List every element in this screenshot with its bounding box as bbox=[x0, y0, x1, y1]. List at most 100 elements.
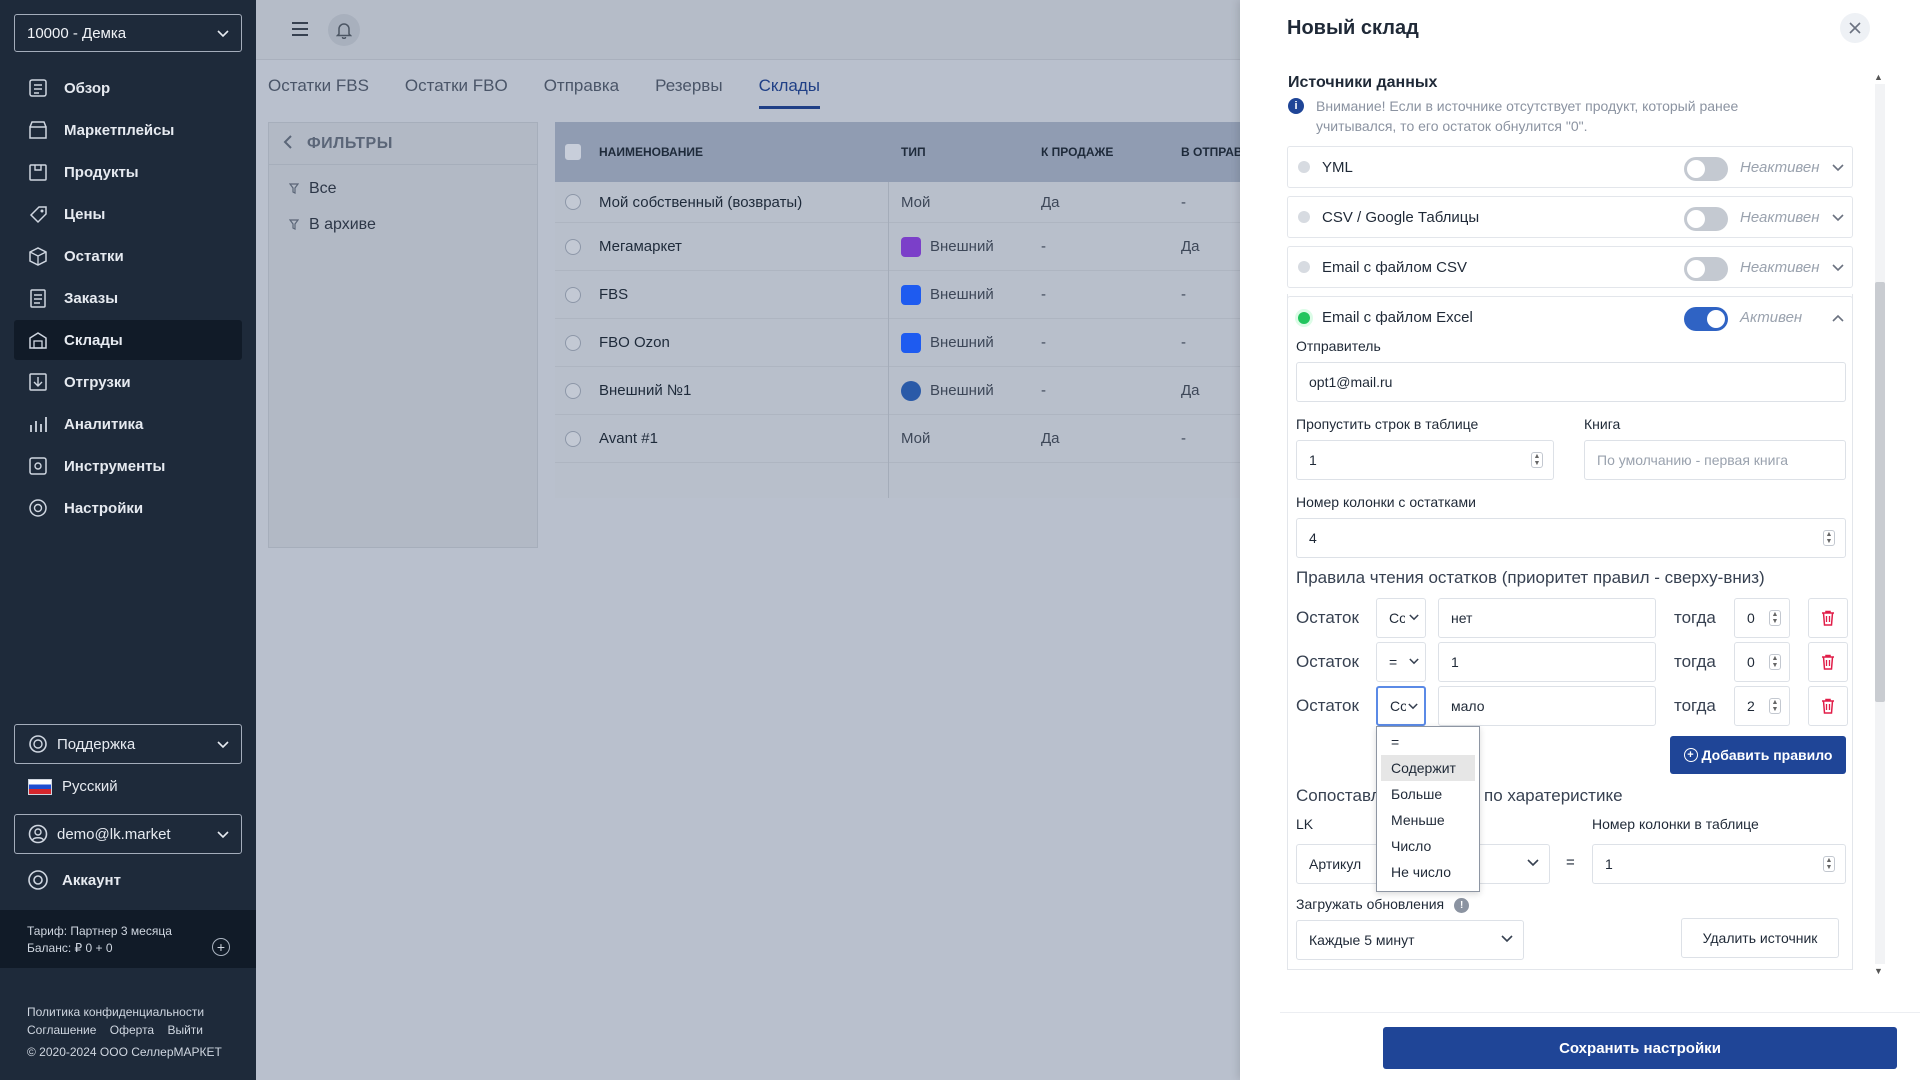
warehouse-name[interactable]: FBO Ozon bbox=[591, 334, 893, 351]
tab-3[interactable]: Резервы bbox=[655, 76, 722, 109]
row-checkbox[interactable] bbox=[565, 430, 581, 447]
operator-option[interactable]: = bbox=[1381, 729, 1475, 755]
source-1[interactable]: CSV / Google Таблицы Неактивен bbox=[1287, 196, 1853, 238]
operator-option[interactable]: Содержит bbox=[1381, 755, 1475, 781]
menu-icon[interactable] bbox=[290, 20, 310, 38]
sidebar-item-tools[interactable]: Инструменты bbox=[14, 446, 242, 486]
source-toggle[interactable] bbox=[1684, 157, 1728, 181]
filters-header[interactable]: ФИЛЬТРЫ bbox=[269, 123, 537, 165]
rule-value-input[interactable]: мало bbox=[1438, 686, 1656, 726]
stepper-icon[interactable]: ▲ ▼ bbox=[1769, 698, 1781, 714]
notifications-icon[interactable] bbox=[328, 14, 360, 46]
close-button[interactable] bbox=[1840, 13, 1870, 43]
scroll-up-icon[interactable]: ▲ bbox=[1874, 72, 1883, 82]
skip-rows-input[interactable]: 1 ▲ ▼ bbox=[1296, 440, 1554, 480]
stock-column-input[interactable]: 4 ▲ ▼ bbox=[1296, 518, 1846, 558]
scrollbar-thumb[interactable] bbox=[1875, 282, 1885, 702]
rule-result-input[interactable]: 0 ▲ ▼ bbox=[1734, 598, 1790, 638]
chevron-down-icon[interactable] bbox=[1832, 259, 1844, 276]
chevron-down-icon[interactable] bbox=[1832, 209, 1844, 226]
sidebar-item-orders[interactable]: Заказы bbox=[14, 278, 242, 318]
sidebar-item-warehouses[interactable]: Склады bbox=[14, 320, 242, 360]
tab-2[interactable]: Отправка bbox=[544, 76, 619, 109]
rule-value-input[interactable]: 1 bbox=[1438, 642, 1656, 682]
row-checkbox[interactable] bbox=[565, 238, 581, 255]
delete-rule-button[interactable] bbox=[1808, 686, 1848, 726]
sidebar-item-shipments[interactable]: Отгрузки bbox=[14, 362, 242, 402]
delete-rule-button[interactable] bbox=[1808, 598, 1848, 638]
rule-result-input[interactable]: 0 ▲ ▼ bbox=[1734, 642, 1790, 682]
operator-option[interactable]: Меньше bbox=[1381, 807, 1475, 833]
source-2[interactable]: Email с файлом CSV Неактивен bbox=[1287, 246, 1853, 288]
source-toggle[interactable] bbox=[1684, 207, 1728, 231]
agreement-link[interactable]: Соглашение bbox=[27, 1023, 96, 1037]
alert-info-icon[interactable]: ! bbox=[1454, 897, 1470, 913]
table-row[interactable]: Мой собственный (возвраты) Мой Да - bbox=[555, 182, 1241, 223]
language-switch[interactable]: Русский bbox=[28, 778, 118, 795]
privacy-link[interactable]: Политика конфиденциальности bbox=[27, 1005, 204, 1019]
row-checkbox[interactable] bbox=[565, 334, 581, 351]
tab-0[interactable]: Остатки FBS bbox=[268, 76, 369, 109]
rule-operator-select[interactable]: Содержит bbox=[1376, 686, 1426, 726]
row-checkbox[interactable] bbox=[565, 286, 581, 303]
delete-rule-button[interactable] bbox=[1808, 642, 1848, 682]
row-checkbox[interactable] bbox=[565, 382, 581, 399]
tab-4[interactable]: Склады bbox=[758, 76, 820, 109]
sidebar-item-prices[interactable]: Цены bbox=[14, 194, 242, 234]
rule-operator-select[interactable]: Содержит bbox=[1376, 598, 1426, 638]
account-link[interactable]: Аккаунт bbox=[26, 868, 121, 892]
chevron-down-icon[interactable] bbox=[1832, 159, 1844, 176]
warehouse-name[interactable]: Avant #1 bbox=[591, 430, 893, 447]
rule-operator-select[interactable]: = bbox=[1376, 642, 1426, 682]
table-row[interactable]: Avant #1 Мой Да - bbox=[555, 415, 1241, 463]
operator-option[interactable]: Больше bbox=[1381, 781, 1475, 807]
col-for-sale[interactable]: К ПРОДАЖЕ bbox=[1033, 145, 1173, 159]
sidebar-item-overview[interactable]: Обзор bbox=[14, 68, 242, 108]
operator-option[interactable]: Число bbox=[1381, 833, 1475, 859]
warehouse-name[interactable]: Внешний №1 bbox=[591, 382, 893, 399]
offer-link[interactable]: Оферта bbox=[110, 1023, 154, 1037]
add-rule-button[interactable]: + Добавить правило bbox=[1670, 736, 1846, 774]
source-0[interactable]: YML Неактивен bbox=[1287, 146, 1853, 188]
rule-result-input[interactable]: 2 ▲ ▼ bbox=[1734, 686, 1790, 726]
user-select[interactable]: demo@lk.market bbox=[14, 814, 242, 854]
table-row[interactable]: Внешний №1 Внешний - Да bbox=[555, 367, 1241, 415]
source-toggle[interactable] bbox=[1684, 257, 1728, 281]
table-row[interactable]: Мегамаркет Внешний - Да bbox=[555, 223, 1241, 271]
select-all-checkbox[interactable] bbox=[565, 144, 581, 160]
save-settings-button[interactable]: Сохранить настройки bbox=[1383, 1027, 1897, 1069]
sender-input[interactable]: opt1@mail.ru bbox=[1296, 362, 1846, 402]
account-select[interactable]: 10000 - Демка bbox=[14, 14, 242, 52]
logout-link[interactable]: Выйти bbox=[167, 1023, 203, 1037]
stepper-icon[interactable]: ▲ ▼ bbox=[1531, 452, 1543, 468]
col-name[interactable]: НАИМЕНОВАНИЕ bbox=[591, 145, 893, 159]
drawer-scrollbar[interactable]: ▲ ▼ bbox=[1872, 72, 1886, 978]
sidebar-item-marketplaces[interactable]: Маркетплейсы bbox=[14, 110, 242, 150]
col-type[interactable]: ТИП bbox=[893, 145, 1033, 159]
tab-1[interactable]: Остатки FBO bbox=[405, 76, 508, 109]
stepper-icon[interactable]: ▲ ▼ bbox=[1769, 610, 1781, 626]
sidebar-item-analytics[interactable]: Аналитика bbox=[14, 404, 242, 444]
warehouse-name[interactable]: FBS bbox=[591, 286, 893, 303]
book-input[interactable]: По умолчанию - первая книга bbox=[1584, 440, 1846, 480]
updates-interval-select[interactable]: Каждые 5 минут bbox=[1296, 920, 1524, 960]
sidebar-item-stock[interactable]: Остатки bbox=[14, 236, 242, 276]
sidebar-item-products[interactable]: Продукты bbox=[14, 152, 242, 192]
stepper-icon[interactable]: ▲ ▼ bbox=[1823, 530, 1835, 546]
operator-option[interactable]: Не число bbox=[1381, 859, 1475, 885]
table-column-input[interactable]: 1 ▲ ▼ bbox=[1592, 844, 1846, 884]
sidebar-item-settings[interactable]: Настройки bbox=[14, 488, 242, 528]
stepper-icon[interactable]: ▲ ▼ bbox=[1769, 654, 1781, 670]
warehouse-name[interactable]: Мой собственный (возвраты) bbox=[591, 194, 893, 211]
scroll-down-icon[interactable]: ▼ bbox=[1874, 966, 1883, 976]
col-shipping[interactable]: В ОТПРАВК bbox=[1173, 145, 1241, 159]
add-balance-icon[interactable]: + bbox=[212, 938, 230, 956]
filter-item[interactable]: Все bbox=[269, 171, 537, 207]
warehouse-name[interactable]: Мегамаркет bbox=[591, 238, 893, 255]
table-row[interactable]: FBS Внешний - - bbox=[555, 271, 1241, 319]
row-checkbox[interactable] bbox=[565, 194, 581, 210]
support-select[interactable]: Поддержка bbox=[14, 724, 242, 764]
rule-value-input[interactable]: нет bbox=[1438, 598, 1656, 638]
filter-item[interactable]: В архиве bbox=[269, 207, 537, 243]
delete-source-button[interactable]: Удалить источник bbox=[1681, 918, 1839, 958]
